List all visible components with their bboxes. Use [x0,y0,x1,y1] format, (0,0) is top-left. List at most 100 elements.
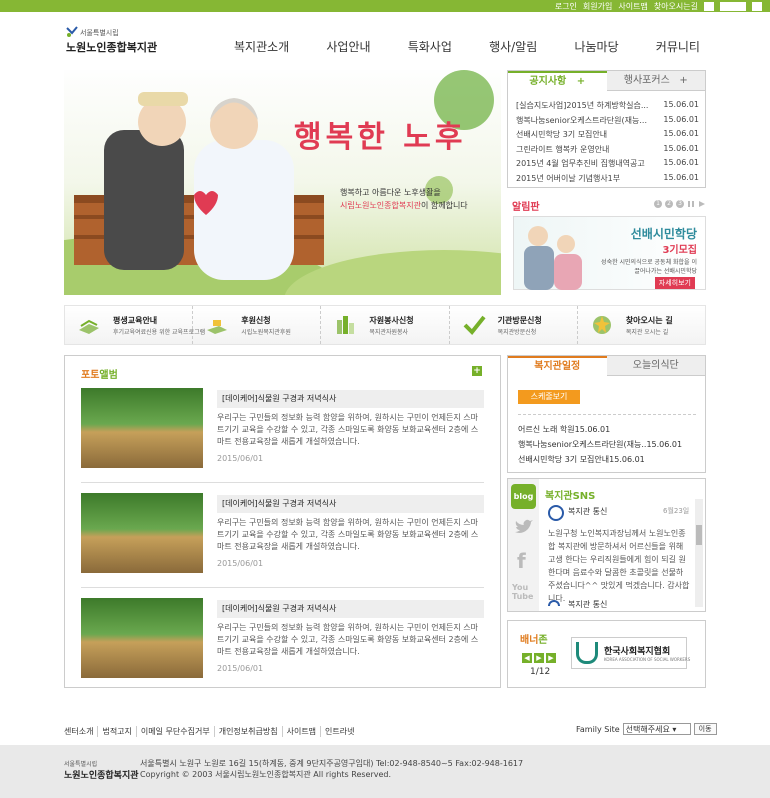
sitemap-link[interactable]: 사이트맵 [618,1,647,12]
quick-item-subtitle: 복지관자원봉사 [369,329,409,336]
footer-link-about[interactable]: 센터소개 [64,726,99,737]
play-icon[interactable]: ▶ [534,653,544,663]
schedule-tabs: 복지관일정 오늘의식단 [508,356,705,376]
pause-icon[interactable] [687,200,695,208]
twitter-icon[interactable] [514,519,534,540]
footer-link-privacy[interactable]: 개인정보취급방침 [215,726,283,737]
sns-heading: 복지관SNS [545,491,596,502]
list-item[interactable]: 행복나눔senior오케스트라단원(재능... 15.06.01 [516,115,699,130]
tab-today-menu[interactable]: 오늘의식단 [606,356,705,376]
list-item[interactable]: 2015년 4월 업무추진비 집행내역공고 15.06.01 [516,158,699,173]
family-site-go-button[interactable]: 이동 [693,723,717,735]
list-item[interactable]: 어르신 노래 학원15.06.01 [518,422,682,437]
sns-scrollbar[interactable] [695,499,703,607]
site-logo[interactable]: 서울특별시립 노원노인종합복지관 [66,26,166,56]
list-item[interactable]: [데이케어]식물원 구경과 저녁식사 우리구는 구민들의 정보화 능력 함양을 … [81,493,484,583]
list-item[interactable]: 행복나눔senior오케스트라단원(재능..15.06.01 [518,437,682,452]
nav-item-special[interactable]: 특화사업 [396,38,464,58]
list-item[interactable]: [실습지도사업]2015년 하계방학실습... 15.06.01 [516,100,699,115]
list-item[interactable]: [데이케어]식물원 구경과 저녁식사 우리구는 구민들의 정보화 능력 함양을 … [81,598,484,688]
tab-schedule[interactable]: 복지관일정 [508,356,607,376]
sns-author: 복지관 통신 [568,507,608,516]
photo-thumbnail[interactable] [81,598,203,678]
play-icon[interactable] [698,200,706,208]
prev-icon[interactable]: ◀ [522,653,532,663]
list-item[interactable]: 선배시민학당 3기 모집안내15.06.01 [516,129,699,144]
notice-title[interactable]: [실습지도사업]2015년 하계방학실습... [516,100,654,115]
hero-banner: 행복한 노후 행복하고 아름다운 노후생활을 시립노원노인종합복지관이 함께합니… [64,70,501,295]
page-2-button[interactable]: 2 [665,200,673,208]
footer-link-email-policy[interactable]: 이메일 무단수집거부 [137,726,215,737]
photo-album-heading: 포토앨범 [81,366,118,381]
footer-logo: 서울특별시립 노원노인종합복지관 [64,759,139,781]
zoom-in-button[interactable]: + [703,1,714,11]
quick-item-directions[interactable]: 찾아오시는 길 복지관 오시는 길 [578,306,705,344]
family-site-label: Family Site [576,724,620,734]
list-item[interactable]: 그린라이트 행복카 운영안내 15.06.01 [516,144,699,159]
photo-heading-b: 앨범 [99,370,118,381]
tab-event-focus[interactable]: 행사포커스 + [606,71,705,91]
notice-title[interactable]: 그린라이트 행복카 운영안내 [516,144,654,159]
nav-item-about[interactable]: 복지관소개 [222,38,301,58]
notice-title[interactable]: 2015년 어버이날 기념행사1부 [516,173,654,188]
quick-item-volunteer[interactable]: 자원봉사신청 복지관자원봉사 [321,306,450,344]
event-focus-plus-icon[interactable]: + [679,75,687,86]
quick-item-donation[interactable]: 후원신청 시립노원복지관후원 [193,306,322,344]
tab-notice[interactable]: 공지사항 + [508,71,607,91]
photo-caption[interactable]: [데이케어]식물원 구경과 저녁식사 [217,600,484,618]
footer-link-legal[interactable]: 법적고지 [98,726,137,737]
building-icon [337,316,355,334]
nav-item-community[interactable]: 커뮤니티 [644,38,712,58]
notice-title[interactable]: 행복나눔senior오케스트라단원(재능... [516,115,654,130]
nav-item-events[interactable]: 행사/알림 [477,38,549,58]
photo-thumbnail[interactable] [81,388,203,468]
list-item[interactable]: [데이케어]식물원 구경과 저녁식사 우리구는 구민들의 정보화 능력 함양을 … [81,388,484,478]
avatar [548,600,560,606]
facebook-icon[interactable]: f [517,549,526,573]
notice-date: 15.06.01 [663,143,699,153]
family-site-select[interactable]: 선택해주세요 ▾ [622,723,691,735]
footer-links: 센터소개 법적고지 이메일 무단수집거부 개인정보취급방침 사이트맵 인트라넷 [64,726,359,737]
family-site: Family Site 선택해주세요 ▾ 이동 [576,723,717,735]
notice-plus-icon[interactable]: + [577,76,585,87]
photo-caption[interactable]: [데이케어]식물원 구경과 저녁식사 [217,390,484,408]
view-schedule-button[interactable]: 스케줄보기 [518,390,580,404]
nav-item-sharing[interactable]: 나눔마당 [562,38,630,58]
photo-caption[interactable]: [데이케어]식물원 구경과 저녁식사 [217,495,484,513]
banner-kasw-logo[interactable]: 한국사회복지협회 KOREA ASSOCIATION OF SOCIAL WOR… [571,637,691,669]
directions-link[interactable]: 찾아오시는길 [654,1,698,12]
notice-title[interactable]: 선배시민학당 3기 모집안내 [516,129,654,144]
avatar [548,505,564,521]
photo-more-plus-icon[interactable]: + [472,366,482,376]
scrollbar-thumb[interactable] [696,525,702,545]
quick-item-title: 후원신청 [241,316,271,325]
quick-item-visit[interactable]: 기관방문신청 복지관방문신청 [450,306,578,344]
nav-item-programs[interactable]: 사업안내 [314,38,382,58]
zoom-out-button[interactable]: − [752,1,762,11]
sns-sidebar: blog f You Tube [508,479,539,611]
kasw-english-name: KOREA ASSOCIATION OF SOCIAL WORKERS [604,657,691,662]
schedule-list: 어르신 노래 학원15.06.01 행복나눔senior오케스트라단원(재능..… [518,422,682,467]
banner-more-button[interactable]: 자세히보기 [654,277,695,289]
notice-list: [실습지도사업]2015년 하계방학실습... 15.06.01 행복나눔seni… [508,91,705,187]
photo-thumbnail[interactable] [81,493,203,573]
next-icon[interactable]: ▶ [546,653,556,663]
page-3-button[interactable]: 3 [676,200,684,208]
join-link[interactable]: 회원가입 [583,1,612,12]
footer-address-line: 서울특별시 노원구 노원로 16길 15(하계동, 중계 9단지주공영구임대) … [140,759,524,768]
quick-item-education[interactable]: 평생교육안내 후기교육여료신용 위한 교육프로그램 [65,306,205,344]
list-item[interactable]: 2015년 어버이날 기념행사1부 15.06.01 [516,173,699,188]
login-link[interactable]: 로그인 [555,1,577,12]
blog-icon[interactable]: blog [511,484,536,509]
photo-album: 포토앨범 + [데이케어]식물원 구경과 저녁식사 우리구는 구민들의 정보화 … [64,355,501,688]
footer-link-sitemap[interactable]: 사이트맵 [283,726,322,737]
page-1-button[interactable]: 1 [654,200,662,208]
main-nav: 복지관소개 사업안내 특화사업 행사/알림 나눔마당 커뮤니티 [222,38,712,58]
notice-title[interactable]: 2015년 4월 업무추진비 집행내역공고 [516,158,654,173]
sns-post-body: 노원구청 노인복지과장님께서 노원노인종합 복지관에 방문하셔서 어르신들을 위… [548,529,690,603]
notice-date: 15.06.01 [663,114,699,124]
senior-school-banner[interactable]: 선배시민학당 3기모집 성숙한 시민의식으로 공동체 화합을 이끌어나가는 선배… [513,216,706,290]
youtube-icon[interactable]: You Tube [512,583,533,601]
list-item[interactable]: 선배시민학당 3기 모집안내15.06.01 [518,452,682,467]
footer-link-intranet[interactable]: 인트라넷 [321,726,358,737]
